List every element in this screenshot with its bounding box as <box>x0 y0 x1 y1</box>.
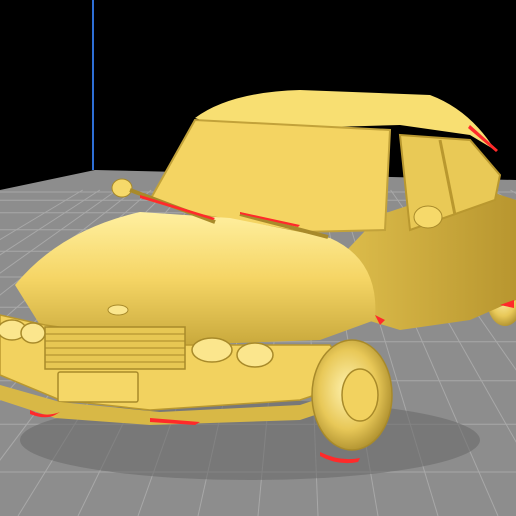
front-hubcap <box>341 368 379 422</box>
right-mirror <box>413 205 443 229</box>
front-grille <box>44 326 186 370</box>
scene-canvas[interactable] <box>0 0 516 516</box>
left-mirror <box>111 178 133 198</box>
slicer-3d-viewport[interactable] <box>0 0 516 516</box>
license-plate <box>57 371 139 403</box>
hood-emblem <box>107 304 129 316</box>
